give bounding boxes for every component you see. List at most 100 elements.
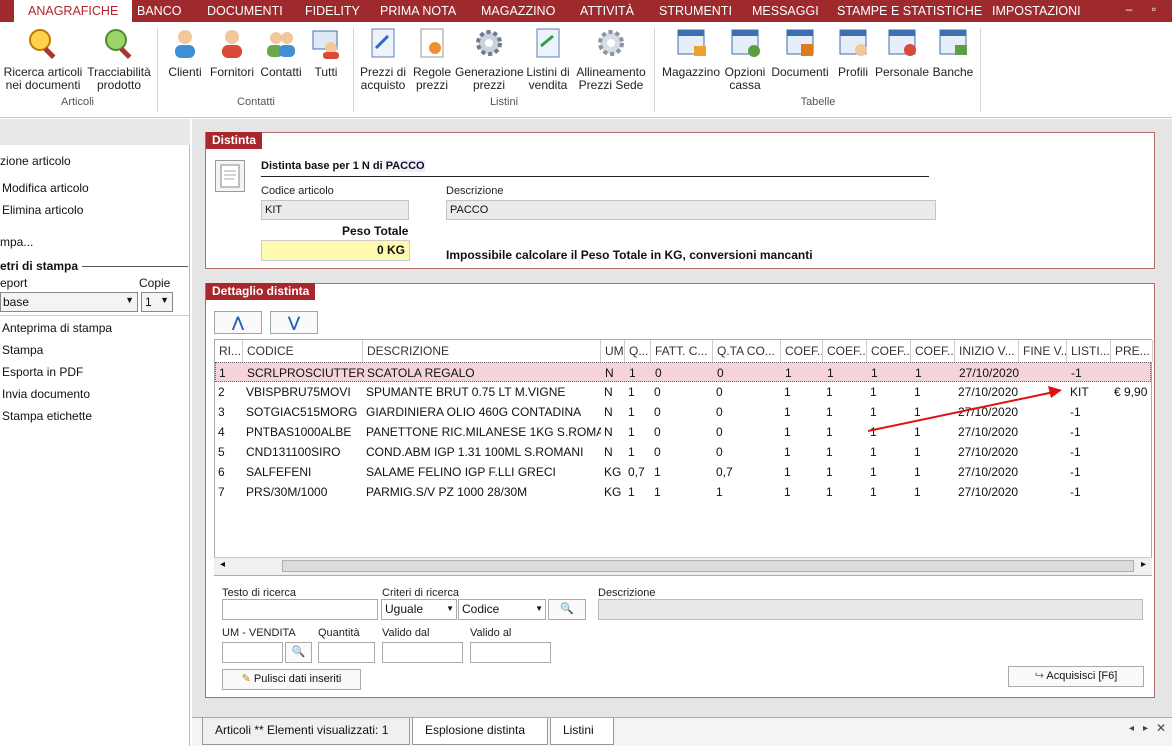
elimina-articolo-item[interactable]: Elimina articolo (2, 203, 83, 217)
column-header[interactable]: COEF... (781, 340, 823, 362)
menu-tab-documenti[interactable]: DOCUMENTI (207, 0, 283, 22)
column-header[interactable]: DESCRIZIONE (363, 340, 601, 362)
ribbon-separator (157, 28, 158, 112)
menu-tab-stampe-statistiche[interactable]: STAMPE E STATISTICHE (837, 0, 982, 22)
column-header[interactable]: RI... (215, 340, 243, 362)
column-header[interactable]: INIZIO V... (955, 340, 1019, 362)
prezzi-acquisto-button[interactable]: Prezzi di acquisto (358, 26, 408, 92)
opzioni-cassa-button[interactable]: Opzioni cassa (722, 26, 768, 92)
column-header[interactable]: FATT. C... (651, 340, 713, 362)
tab-scroll-right-icon[interactable]: ▸ (1143, 723, 1148, 734)
documenti-button[interactable]: Documenti (769, 26, 831, 79)
window-controls[interactable]: – ▫ (1126, 2, 1164, 16)
table-row[interactable]: 2 VBISPBRU75MOVI SPUMANTE BRUT 0.75 LT M.V… (215, 382, 1151, 402)
regole-prezzi-button[interactable]: Regole prezzi (410, 26, 454, 92)
table-cell: PRS/30M/1000 (246, 485, 328, 499)
menu-tab-impostazioni[interactable]: IMPOSTAZIONI (992, 0, 1081, 22)
invia-documento-item[interactable]: Invia documento (2, 387, 90, 401)
tracciabilita-button[interactable]: Tracciabilità prodotto (86, 26, 152, 92)
chevron-down-icon: ▼ (446, 604, 454, 613)
table-cell: 1 (654, 465, 661, 479)
table-row[interactable]: 3 SOTGIAC515MORG GIARDINIERA OLIO 460G CON… (215, 402, 1151, 422)
menu-tab-attivita[interactable]: ATTIVITÀ (580, 0, 634, 22)
acquisisci-button[interactable]: ↪ Acquisisci [F6] (1008, 666, 1144, 687)
copie-select[interactable]: 1 ▼ (141, 292, 173, 312)
table-cell: 7 (218, 485, 225, 499)
pulisci-button[interactable]: ✎ Pulisci dati inseriti (222, 669, 361, 690)
tutti-icon (309, 26, 343, 60)
search-button[interactable]: 🔍 (548, 599, 586, 620)
stampa-action-item[interactable]: Stampa (2, 343, 43, 357)
column-header[interactable]: PRE... (1111, 340, 1153, 362)
close-icon[interactable]: ✕ (1156, 721, 1166, 735)
prezzi-acquisto-label: Prezzi di acquisto (359, 65, 406, 92)
magazzino-button[interactable]: Magazzino (660, 26, 722, 79)
table-cell: -1 (1070, 405, 1081, 419)
scroll-right-icon[interactable]: ▸ (1141, 559, 1146, 570)
ricerca-articoli-button[interactable]: Ricerca articoli nei documenti (2, 26, 84, 92)
menu-tab-anagrafiche[interactable]: ANAGRAFICHE (14, 0, 133, 22)
scrollbar-thumb[interactable] (282, 560, 1134, 572)
column-header[interactable]: FINE V... (1019, 340, 1067, 362)
criterio-campo-select[interactable]: Codice ▼ (458, 599, 546, 620)
clienti-button[interactable]: Clienti (166, 26, 204, 79)
table-row[interactable]: 7 PRS/30M/1000 PARMIG.S/V PZ 1000 28/30M KG… (215, 482, 1151, 502)
column-header[interactable]: Q.TA CO... (713, 340, 781, 362)
tab-listini[interactable]: Listini (550, 718, 614, 745)
valido-dal-input[interactable] (382, 642, 463, 663)
report-select[interactable]: base ▼ (0, 292, 138, 312)
stampa-item[interactable]: mpa... (0, 235, 33, 249)
um-search-button[interactable]: 🔍 (285, 642, 312, 663)
testo-ricerca-input[interactable] (222, 599, 378, 620)
menu-tab-fidelity[interactable]: FIDELITY (305, 0, 360, 22)
menu-tab-strumenti[interactable]: STRUMENTI (659, 0, 732, 22)
move-down-button[interactable]: ⋁ (270, 311, 318, 334)
table-cell: SALFEFENI (246, 465, 312, 479)
listini-vendita-button[interactable]: Listini di vendita (524, 26, 572, 92)
column-header[interactable]: COEF... (823, 340, 867, 362)
column-header[interactable]: UM (601, 340, 625, 362)
column-header[interactable]: COEF... (867, 340, 911, 362)
table-cell: 1 (628, 385, 635, 399)
column-header[interactable]: CODICE (243, 340, 363, 362)
fornitori-icon (215, 26, 249, 60)
um-vendita-input[interactable] (222, 642, 283, 663)
tab-esplosione-distinta[interactable]: Esplosione distinta (412, 718, 548, 745)
generazione-prezzi-button[interactable]: Generazione prezzi (455, 26, 524, 92)
allineamento-prezzi-button[interactable]: Allineamento Prezzi Sede (574, 26, 648, 92)
profili-button[interactable]: Profili (834, 26, 872, 79)
move-up-button[interactable]: ⋀ (214, 311, 262, 334)
banche-label: Banche (932, 65, 974, 79)
horizontal-scrollbar[interactable]: ◂ ▸ (214, 557, 1152, 575)
column-header[interactable]: Q... (625, 340, 651, 362)
personale-button[interactable]: Personale (874, 26, 930, 79)
table-row[interactable]: 5 CND131100SIRO COND.ABM IGP 1.31 100ML S.… (215, 442, 1151, 462)
quantita-input[interactable] (318, 642, 375, 663)
tab-articoli[interactable]: Articoli ** Elementi visualizzati: 1 (202, 718, 410, 745)
gestione-articolo-item[interactable]: zione articolo (0, 154, 71, 168)
menu-tab-banco[interactable]: BANCO (137, 0, 181, 22)
tab-scroll-left-icon[interactable]: ◂ (1129, 723, 1134, 734)
valido-al-input[interactable] (470, 642, 551, 663)
table-row[interactable]: 6 SALFEFENI SALAME FELINO IGP F.LLI GRECI K… (215, 462, 1151, 482)
contatti-button[interactable]: Contatti (258, 26, 304, 79)
table-row[interactable]: 4 PNTBAS1000ALBE PANETTONE RIC.MILANESE 1K… (215, 422, 1151, 442)
scroll-left-icon[interactable]: ◂ (220, 559, 225, 570)
anteprima-stampa-item[interactable]: Anteprima di stampa (2, 321, 112, 335)
modifica-articolo-item[interactable]: Modifica articolo (2, 181, 89, 195)
tutti-button[interactable]: Tutti (308, 26, 344, 79)
menu-tab-prima-nota[interactable]: PRIMA NOTA (380, 0, 456, 22)
esporta-pdf-item[interactable]: Esporta in PDF (2, 365, 83, 379)
menu-tab-messaggi[interactable]: MESSAGGI (752, 0, 819, 22)
stampa-etichette-item[interactable]: Stampa etichette (2, 409, 92, 423)
table-row[interactable]: 1 SCRLPROSCIUTTERIA SCATOLA REGALO N 1 0 0 1 1 1 1… (215, 362, 1151, 382)
table-cell: 0 (716, 385, 723, 399)
criterio-uguale-select[interactable]: Uguale ▼ (381, 599, 457, 620)
column-header[interactable]: COEF... (911, 340, 955, 362)
divider (0, 315, 190, 316)
banche-button[interactable]: Banche (930, 26, 976, 79)
table-cell: 1 (871, 366, 878, 380)
column-header[interactable]: LISTI... (1067, 340, 1111, 362)
fornitori-button[interactable]: Fornitori (207, 26, 257, 79)
menu-tab-magazzino[interactable]: MAGAZZINO (481, 0, 555, 22)
